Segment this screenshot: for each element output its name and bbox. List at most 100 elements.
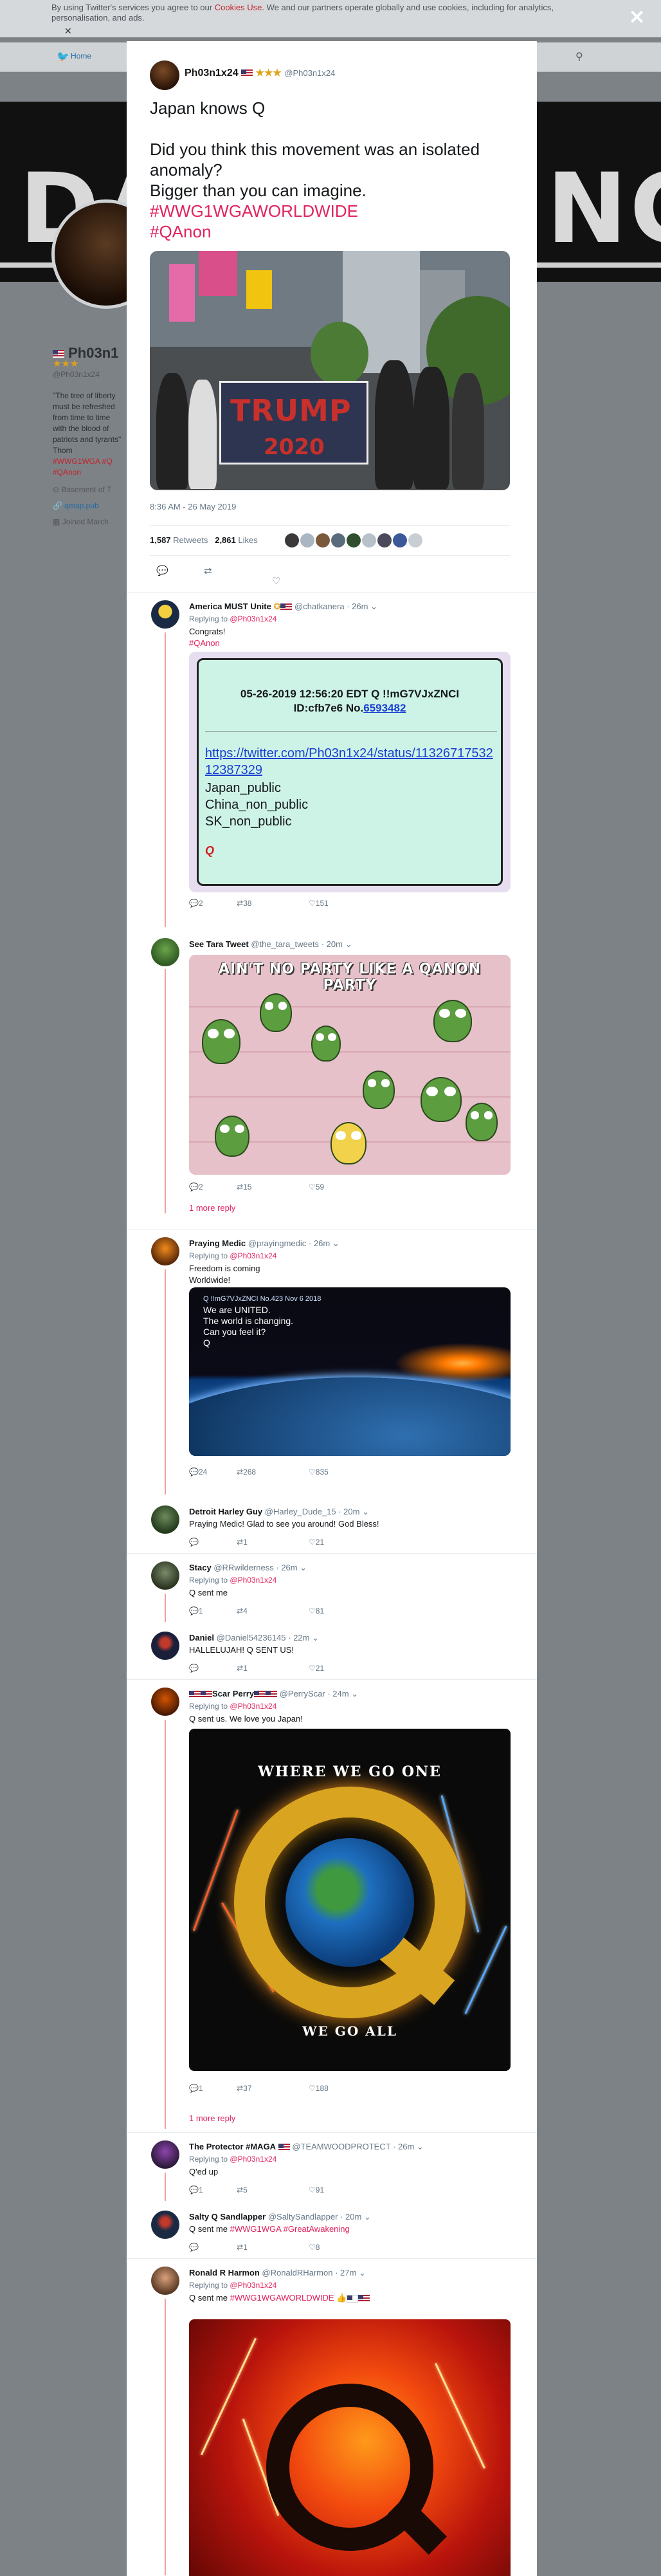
retweet-icon[interactable]: ⇄ 1	[237, 1538, 248, 1547]
like-icon[interactable]: ♡ 81	[309, 1606, 324, 1615]
like-icon[interactable]: ♡ 835	[309, 1467, 329, 1477]
reply-author-handle[interactable]: @Daniel54236145	[217, 1633, 286, 1642]
like-icon[interactable]: ♡ 59	[309, 1182, 324, 1191]
like-icon[interactable]: ♡ 188	[309, 2084, 329, 2093]
chevron-down-icon[interactable]: ⌄	[370, 602, 377, 611]
reply-avatar[interactable]	[151, 938, 179, 966]
reply-time[interactable]: 20m	[343, 1507, 359, 1516]
reply-avatar[interactable]	[151, 2140, 179, 2169]
replying-to-link[interactable]: @Ph03n1x24	[230, 614, 276, 623]
chevron-down-icon[interactable]: ⌄	[345, 939, 352, 949]
reply-time[interactable]: 26m	[352, 602, 368, 611]
reply-time[interactable]: 27m	[340, 2268, 356, 2277]
reply-icon[interactable]: 💬 2	[189, 899, 203, 908]
author-avatar[interactable]	[150, 60, 179, 90]
chevron-down-icon[interactable]: ⌄	[362, 1507, 369, 1516]
reply-avatar[interactable]	[151, 1688, 179, 1716]
like-count[interactable]: 2,861	[215, 535, 236, 545]
retweet-icon[interactable]: ⇄ 1	[237, 2243, 248, 2252]
reply-time[interactable]: 20m	[345, 2212, 361, 2222]
reply-tweet[interactable]: The Protector #MAGA @TEAMWOODPROTECT · 2…	[127, 2132, 537, 2203]
chevron-down-icon[interactable]: ⌄	[332, 1238, 340, 1248]
reply-author-handle[interactable]: @the_tara_tweets	[251, 939, 319, 949]
replying-to-link[interactable]: @Ph03n1x24	[230, 1251, 276, 1260]
liker-avatar[interactable]	[362, 533, 376, 547]
reply-author-name[interactable]: Detroit Harley Guy	[189, 1507, 262, 1516]
reply-author-name[interactable]: The Protector #MAGA	[189, 2142, 276, 2151]
hashtag-link[interactable]: #QAnon	[189, 638, 225, 649]
hashtag-link[interactable]: #QAnon	[150, 221, 510, 242]
chevron-down-icon[interactable]: ⌄	[300, 1563, 307, 1572]
nav-home-link[interactable]: Home	[71, 51, 91, 60]
reply-tweet[interactable]: Daniel @Daniel54236145 · 22m ⌄ HALLELUJA…	[127, 1624, 537, 1679]
reply-author-name[interactable]: Daniel	[189, 1633, 214, 1642]
retweet-icon[interactable]: ⇄ 37	[237, 2084, 251, 2093]
reply-icon[interactable]: 💬 1	[189, 1606, 203, 1615]
reply-icon[interactable]: 💬 1	[189, 2084, 203, 2093]
profile-website[interactable]: qmap.pub	[64, 501, 98, 510]
earth-image[interactable]: Q !!mG7VJxZNCI No.423 Nov 6 2018 We are …	[189, 1287, 511, 1456]
reply-icon[interactable]: 💬 1	[189, 2185, 203, 2194]
red-q-image[interactable]	[189, 2319, 511, 2576]
reply-tweet[interactable]: Detroit Harley Guy @Harley_Dude_15 · 20m…	[127, 1498, 537, 1553]
profile-bio-tags[interactable]: #WWG1WGA #Q	[53, 456, 123, 467]
reply-author-name[interactable]: America MUST Unite	[189, 602, 271, 611]
more-replies-link[interactable]: 1 more reply	[189, 1203, 235, 1213]
reply-author-handle[interactable]: @SaltySandlapper	[268, 2212, 338, 2222]
meme-image[interactable]: AIN'T NO PARTY LIKE A QANON PARTY	[189, 955, 511, 1175]
liker-avatar[interactable]	[377, 533, 392, 547]
modal-close-icon[interactable]: ✕	[629, 6, 645, 29]
chevron-down-icon[interactable]: ⌄	[312, 1633, 319, 1642]
like-icon[interactable]: ♡ 8	[309, 2243, 320, 2252]
reply-tweet[interactable]: Salty Q Sandlapper @SaltySandlapper · 20…	[127, 2203, 537, 2258]
reply-tweet[interactable]: America MUST Unite ✪ @chatkanera · 26m ⌄…	[127, 592, 537, 930]
tweet-timestamp[interactable]: 8:36 AM - 26 May 2019	[150, 502, 236, 511]
liker-avatar[interactable]	[408, 533, 422, 547]
reply-avatar[interactable]	[151, 1505, 179, 1534]
retweet-count[interactable]: 1,587	[150, 535, 171, 545]
reply-icon[interactable]: 💬	[189, 1538, 199, 1547]
profile-bio-tag2[interactable]: #QAnon	[53, 467, 123, 478]
author-handle[interactable]: @Ph03n1x24	[284, 68, 335, 78]
liker-avatar[interactable]	[316, 533, 330, 547]
reply-tweet[interactable]: Ronald R Harmon @RonaldRHarmon · 27m ⌄ R…	[127, 2258, 537, 2576]
reply-author-name[interactable]: See Tara Tweet	[189, 939, 249, 949]
reply-author-name[interactable]: Ronald R Harmon	[189, 2268, 260, 2277]
replying-to-link[interactable]: @Ph03n1x24	[230, 1702, 276, 1711]
reply-icon[interactable]: 💬	[189, 1664, 199, 1673]
chevron-down-icon[interactable]: ⌄	[364, 2212, 371, 2222]
qdrop-image[interactable]: 05-26-2019 12:56:20 EDT Q !!mG7VJxZNCI ID…	[189, 652, 511, 892]
chevron-down-icon[interactable]: ⌄	[359, 2268, 366, 2277]
reply-time[interactable]: 22m	[293, 1633, 309, 1642]
reply-icon[interactable]: 💬 24	[189, 1467, 207, 1477]
reply-icon[interactable]: 💬 2	[189, 1182, 203, 1191]
retweet-icon[interactable]: ⇄ 15	[237, 1182, 251, 1191]
reply-time[interactable]: 24m	[332, 1689, 349, 1698]
reply-author-handle[interactable]: @PerryScar	[280, 1689, 325, 1698]
retweet-icon[interactable]: ⇄ 38	[237, 899, 251, 908]
reply-author-handle[interactable]: @chatkanera	[294, 602, 345, 611]
like-icon[interactable]: ♡ 21	[309, 1664, 324, 1673]
reply-time[interactable]: 26m	[281, 1563, 297, 1572]
retweet-icon[interactable]: ⇄ 1	[237, 1664, 248, 1673]
cookie-use-link[interactable]: Cookies Use	[215, 3, 262, 12]
retweet-icon[interactable]: ⇄ 5	[237, 2185, 248, 2194]
chevron-down-icon[interactable]: ⌄	[351, 1689, 358, 1698]
reply-author-handle[interactable]: @TEAMWOODPROTECT	[292, 2142, 390, 2151]
cookie-close-icon[interactable]: ✕	[64, 26, 72, 37]
reply-avatar[interactable]	[151, 1237, 179, 1265]
wwg1wga-poster[interactable]: WHERE WE GO ONE WE GO ALL	[189, 1729, 511, 2071]
tweet-photo[interactable]: TRUMP 2020	[150, 251, 510, 490]
search-icon[interactable]: ⚲	[575, 50, 583, 63]
author-name[interactable]: Ph03n1x24	[185, 68, 239, 78]
liker-avatar[interactable]	[393, 533, 407, 547]
reply-time[interactable]: 26m	[398, 2142, 414, 2151]
hashtag-link[interactable]: #WWG1WGAWORLDWIDE	[150, 201, 510, 221]
reply-author-name[interactable]: Stacy	[189, 1563, 212, 1572]
reply-tweet[interactable]: See Tara Tweet @the_tara_tweets · 20m ⌄ …	[127, 930, 537, 1229]
reply-tweet[interactable]: Scar Perry @PerryScar · 24m ⌄ Replying t…	[127, 1679, 537, 2132]
like-icon[interactable]: ♡ 91	[309, 2185, 324, 2194]
retweet-icon[interactable]: ⇄ 4	[237, 1606, 248, 1615]
liker-avatar[interactable]	[347, 533, 361, 547]
reply-author-handle[interactable]: @prayingmedic	[248, 1238, 307, 1248]
